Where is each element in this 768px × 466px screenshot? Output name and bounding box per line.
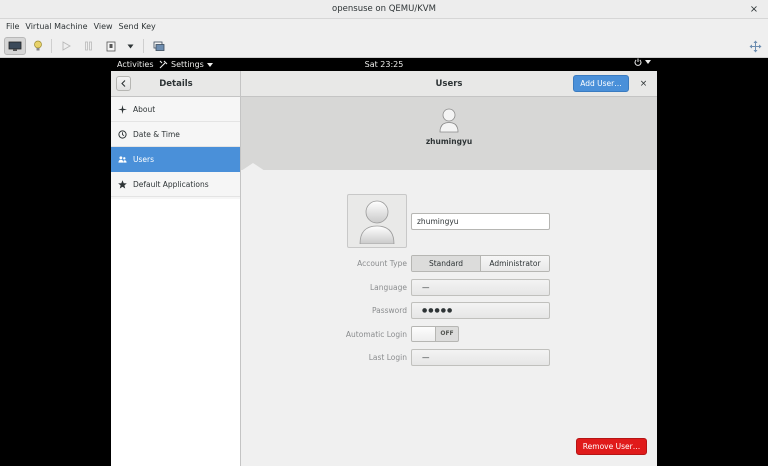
host-window-title: opensuse on QEMU/KVM	[332, 4, 436, 14]
header-bar-left: Details	[111, 71, 241, 97]
run-button[interactable]	[58, 37, 74, 55]
gnome-top-bar: Activities Settings Sat 23:25	[111, 58, 657, 71]
carousel-notch	[241, 163, 265, 171]
user-carousel: zhumingyu	[241, 97, 657, 171]
window-close-button[interactable]: ×	[636, 76, 651, 91]
sidebar-item-about[interactable]: About	[111, 97, 240, 122]
user-avatar-button[interactable]	[347, 194, 407, 248]
play-icon	[62, 41, 71, 51]
pause-icon	[84, 41, 92, 51]
sidebar-item-label: About	[133, 104, 156, 114]
app-menu-button[interactable]: Settings	[159, 58, 213, 71]
host-toolbar	[0, 34, 768, 58]
sidebar-item-label: Users	[133, 154, 155, 164]
back-button[interactable]	[116, 76, 131, 91]
shutdown-button[interactable]	[104, 37, 118, 55]
host-close-button[interactable]: ×	[747, 0, 761, 19]
automatic-login-switch[interactable]: OFF	[411, 326, 459, 342]
automatic-login-label: Automatic Login	[345, 330, 407, 339]
sidebar-item-label: Default Applications	[133, 179, 209, 189]
carousel-user-name[interactable]: zhumingyu	[426, 137, 472, 146]
fullscreen-move-icon	[749, 40, 761, 52]
guest-display[interactable]: Activities Settings Sat 23:25 Details Us…	[0, 58, 768, 466]
host-title-bar: opensuse on QEMU/KVM ×	[0, 0, 768, 19]
sidebar-item-default-applications[interactable]: Default Applications	[111, 172, 240, 197]
snapshot-icon	[153, 41, 165, 51]
pause-button[interactable]	[80, 37, 96, 55]
star-icon	[118, 179, 127, 189]
shutdown-icon	[106, 41, 116, 51]
clock[interactable]: Sat 23:25	[365, 60, 404, 69]
menu-virtual-machine[interactable]: Virtual Machine	[22, 19, 90, 34]
host-menubar: File Virtual Machine View Send Key	[0, 19, 768, 34]
password-button[interactable]: ●●●●●	[411, 302, 550, 319]
switch-state: OFF	[440, 330, 454, 337]
clock-icon	[118, 129, 127, 139]
resize-to-vm-button[interactable]	[746, 37, 764, 55]
menu-view[interactable]: View	[91, 19, 116, 34]
monitor-icon	[8, 41, 22, 51]
language-button[interactable]: —	[411, 279, 550, 296]
page-title: Users	[435, 79, 463, 89]
details-view-button[interactable]	[30, 37, 46, 55]
account-type-administrator-button[interactable]: Administrator	[481, 256, 549, 271]
settings-window: Details Users Add User… × About Date & T…	[111, 71, 657, 466]
account-type-label: Account Type	[357, 259, 407, 268]
sidebar-item-label: Date & Time	[133, 129, 180, 139]
switch-knob	[412, 327, 436, 341]
menu-file[interactable]: File	[3, 19, 22, 34]
chevron-left-icon	[121, 80, 126, 87]
snapshots-button[interactable]	[150, 37, 168, 55]
dropdown-arrow-icon	[127, 44, 133, 48]
sidebar-list: About Date & Time Users Default Applicat…	[111, 97, 240, 199]
sidebar-item-users[interactable]: Users	[111, 147, 240, 172]
sidebar: About Date & Time Users Default Applicat…	[111, 97, 241, 466]
account-type-standard-button[interactable]: Standard	[412, 256, 481, 271]
console-view-button[interactable]	[4, 37, 26, 55]
language-label: Language	[369, 283, 407, 292]
last-login-button[interactable]: —	[411, 349, 550, 366]
users-panel: zhumingyu Account Type Standard Administ…	[241, 97, 657, 466]
last-login-label: Last Login	[368, 353, 407, 362]
sidebar-item-date-time[interactable]: Date & Time	[111, 122, 240, 147]
full-name-input[interactable]	[411, 213, 550, 230]
users-icon	[118, 155, 127, 164]
shutdown-menu-button[interactable]	[124, 37, 136, 55]
carousel-user[interactable]	[439, 107, 459, 133]
menu-send-key[interactable]: Send Key	[116, 19, 159, 34]
lightbulb-icon	[34, 40, 42, 51]
activities-button[interactable]: Activities	[117, 58, 154, 71]
avatar-icon	[359, 200, 395, 244]
settings-tools-icon	[159, 60, 168, 69]
add-user-button[interactable]: Add User…	[573, 75, 629, 92]
remove-user-button[interactable]: Remove User…	[576, 438, 647, 455]
avatar-icon	[439, 108, 459, 133]
header-bar: Details Users Add User… ×	[111, 71, 657, 97]
chevron-down-icon	[206, 62, 213, 67]
chevron-down-icon	[645, 60, 651, 64]
power-icon	[634, 58, 642, 66]
account-type-selector: Standard Administrator	[411, 255, 550, 272]
about-star-icon	[118, 104, 127, 114]
password-label: Password	[371, 306, 407, 315]
app-menu-label: Settings	[171, 60, 204, 69]
system-menu-button[interactable]	[634, 58, 651, 66]
